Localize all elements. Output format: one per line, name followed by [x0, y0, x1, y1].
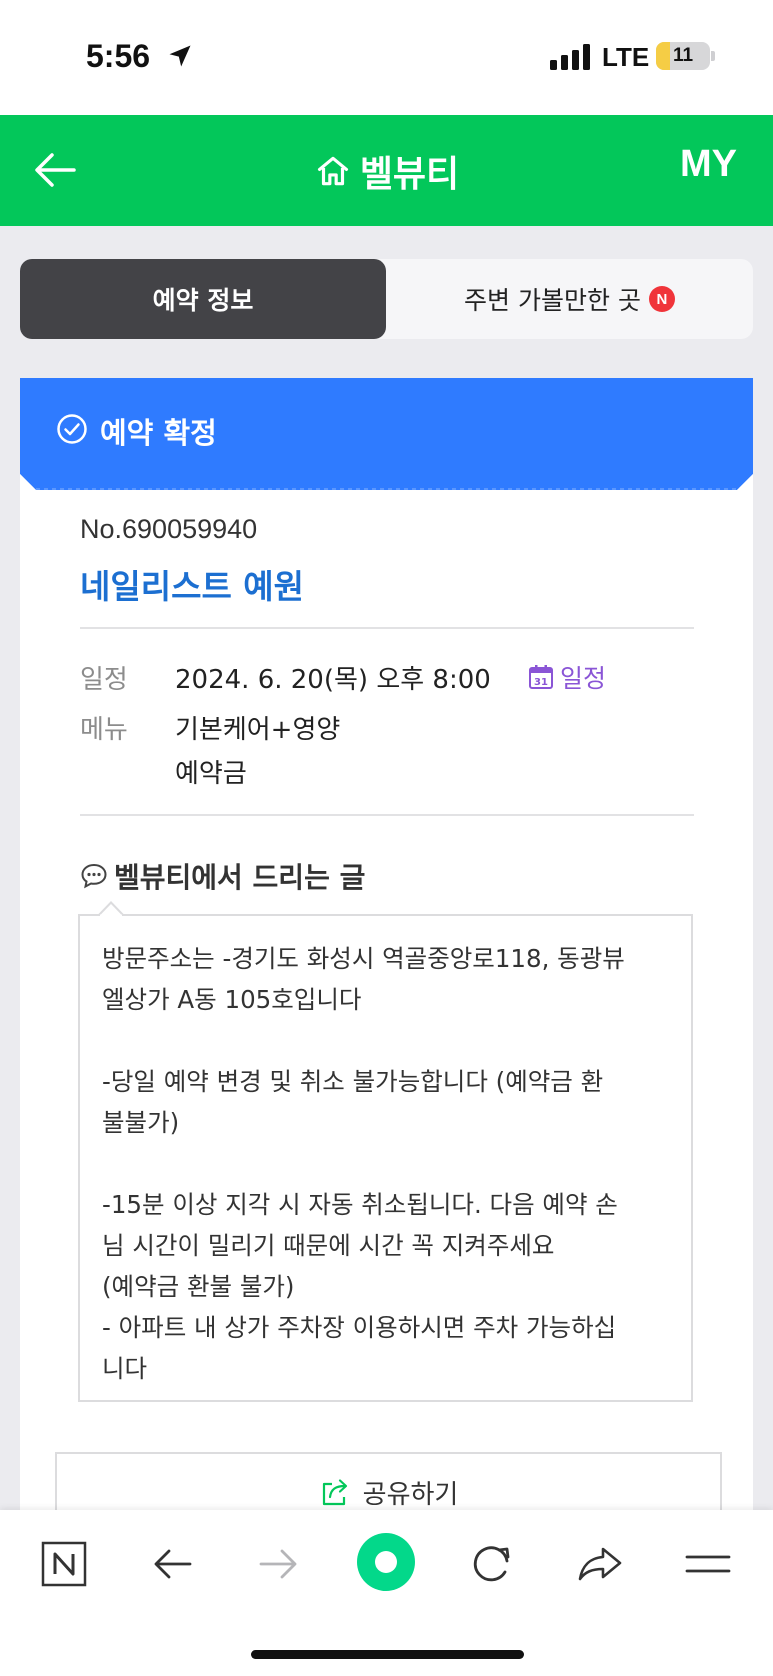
back-arrow-icon[interactable]	[30, 145, 80, 195]
new-badge: N	[648, 286, 675, 312]
reservation-number: No.690059940	[80, 514, 258, 544]
message-title-text: 벨뷰티에서 드리는 글	[114, 861, 366, 894]
share-arrow-icon	[578, 1547, 622, 1581]
my-button[interactable]: MY	[680, 143, 737, 186]
forward-arrow-icon	[259, 1549, 297, 1579]
calendar-icon: 31	[529, 665, 553, 689]
home-indicator[interactable]	[251, 1650, 524, 1659]
network-type: LTE	[602, 42, 650, 72]
menu-button[interactable]	[680, 1536, 736, 1592]
naver-home-button[interactable]	[36, 1536, 92, 1592]
location-arrow-icon	[169, 45, 191, 67]
naver-n-icon	[41, 1541, 87, 1587]
battery-icon: 11	[656, 42, 710, 70]
chat-bubble-icon	[81, 863, 107, 889]
app-header: 벨뷰티 MY	[0, 115, 773, 226]
brand[interactable]: 벨뷰티	[0, 115, 773, 226]
reservation-status: 예약 확정	[100, 416, 217, 450]
back-arrow-icon	[154, 1549, 192, 1579]
green-dot-button[interactable]	[356, 1532, 416, 1592]
share-label: 공유하기	[362, 1479, 459, 1510]
share-page-button[interactable]	[572, 1536, 628, 1592]
menu-icon	[685, 1555, 731, 1573]
add-to-calendar-link[interactable]: 31 일정	[528, 659, 606, 695]
tab-label: 예약 정보	[152, 286, 254, 315]
message-box-tail	[98, 901, 124, 916]
green-dot-icon	[357, 1533, 415, 1591]
divider	[80, 627, 694, 629]
page-title: 벨뷰티	[359, 153, 460, 195]
message-title: 벨뷰티에서 드리는 글	[80, 856, 365, 896]
status-time: 5:56	[86, 38, 151, 74]
tab-label: 주변 가볼만한 곳	[464, 286, 641, 315]
tab-reservation-info[interactable]: 예약 정보	[20, 259, 386, 339]
status-banner: 예약 확정	[20, 378, 753, 474]
browser-back-button[interactable]	[144, 1536, 200, 1592]
battery-level: 11	[672, 45, 694, 66]
schedule-value: 2024. 6. 20(목) 오후 8:00	[175, 665, 491, 695]
schedule-label: 일정	[80, 665, 128, 695]
home-icon	[317, 156, 348, 185]
shop-name[interactable]: 네일리스트 예원	[80, 560, 304, 608]
message-body: 방문주소는 -경기도 화성시 역골중앙로118, 동광뷰 엘상가 A동 105호…	[102, 944, 625, 1383]
check-circle-icon	[57, 414, 87, 444]
tab-nearby-places[interactable]: 주변 가볼만한 곳 N	[386, 259, 753, 339]
browser-forward-button[interactable]	[251, 1536, 307, 1592]
refresh-button[interactable]	[464, 1536, 520, 1592]
message-box: 방문주소는 -경기도 화성시 역골중앙로118, 동광뷰 엘상가 A동 105호…	[78, 914, 693, 1402]
tab-bar: 예약 정보 주변 가볼만한 곳 N	[20, 259, 753, 339]
divider	[80, 814, 694, 816]
signal-icon	[550, 44, 590, 70]
menu-item: 기본케어+영양	[175, 715, 341, 745]
calendar-day: 31	[534, 677, 548, 688]
share-icon	[322, 1479, 347, 1506]
menu-label: 메뉴	[80, 715, 128, 745]
status-bar: 5:56 LTE 11	[0, 0, 773, 115]
browser-toolbar	[0, 1510, 773, 1676]
refresh-icon	[473, 1546, 510, 1582]
menu-item: 예약금	[175, 759, 247, 789]
battery-nub	[711, 51, 715, 61]
banner-edge	[20, 474, 753, 490]
calendar-link-label: 일정	[560, 664, 607, 693]
